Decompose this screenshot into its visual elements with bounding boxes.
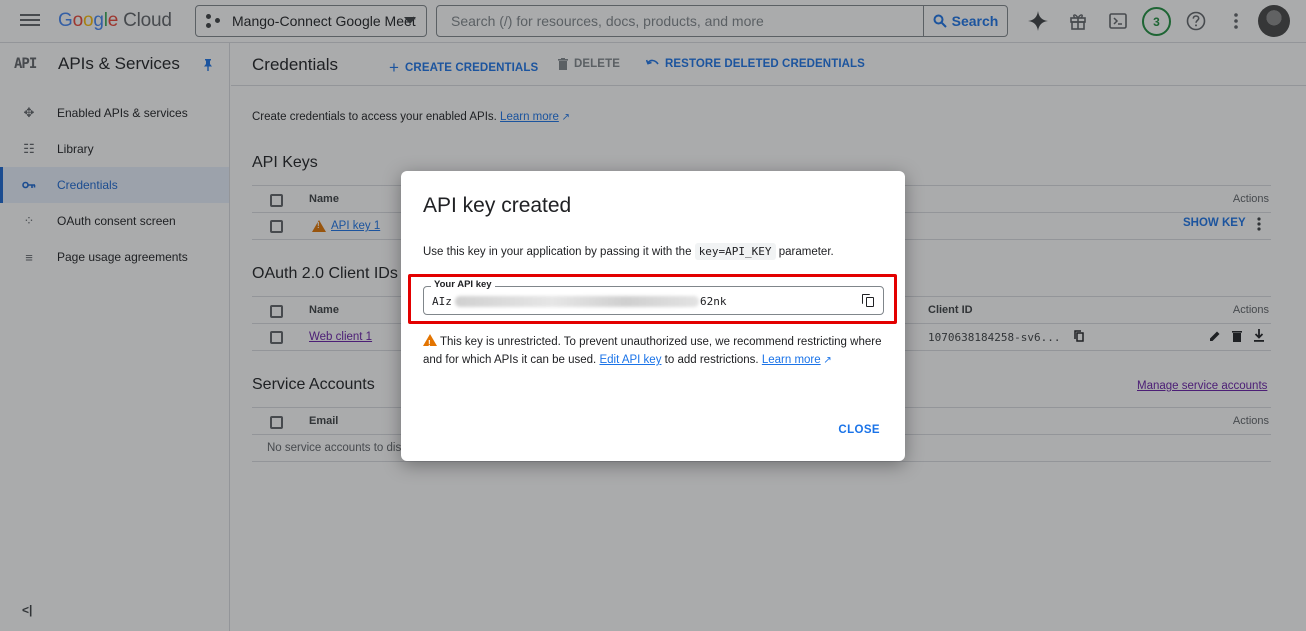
api-key-redaction xyxy=(455,296,699,307)
copy-icon[interactable] xyxy=(862,294,874,308)
close-button[interactable]: CLOSE xyxy=(838,424,880,436)
desc-after: parameter. xyxy=(778,246,834,258)
api-key-prefix: AIz xyxy=(432,295,452,308)
dialog-title: API key created xyxy=(423,194,572,217)
api-key-field-label: Your API key xyxy=(431,279,495,290)
dialog-description: Use this key in your application by pass… xyxy=(423,243,834,260)
warning-icon xyxy=(423,334,437,353)
key-param-code: key=API_KEY xyxy=(694,243,776,260)
external-link-icon: ↗ xyxy=(820,355,832,366)
api-key-suffix: 62nk xyxy=(700,295,727,308)
warning-after-text: to add restrictions. xyxy=(664,354,759,366)
api-key-field[interactable]: Your API key AIz 62nk xyxy=(423,279,884,315)
desc-before: Use this key in your application by pass… xyxy=(423,246,692,258)
learn-more-link[interactable]: Learn more xyxy=(762,354,821,366)
api-key-created-dialog: API key created Use this key in your app… xyxy=(401,171,905,461)
edit-api-key-link[interactable]: Edit API key xyxy=(599,354,661,366)
unrestricted-warning: This key is unrestricted. To prevent una… xyxy=(423,333,893,370)
